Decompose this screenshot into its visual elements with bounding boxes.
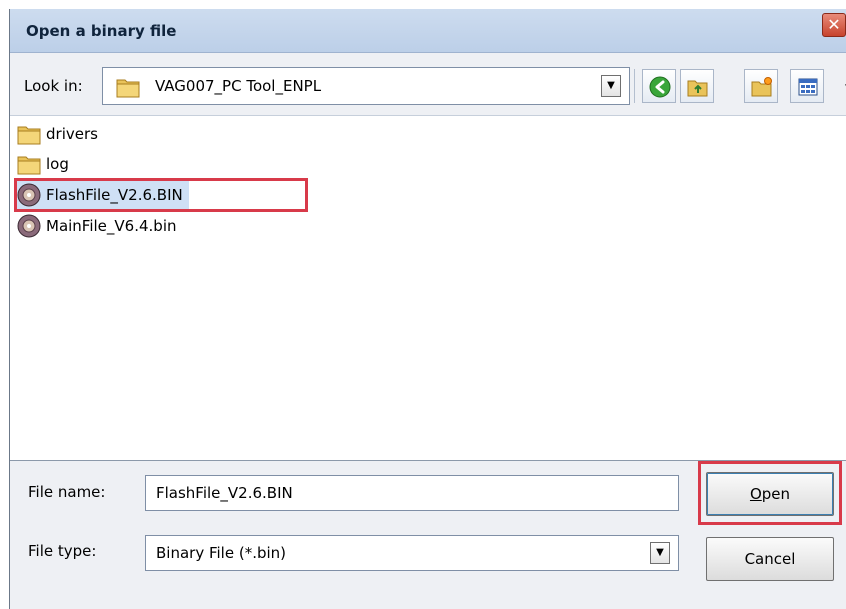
list-item-drivers[interactable]: drivers (16, 120, 98, 148)
file-name: MainFile_V6.4.bin (46, 217, 177, 235)
new-folder-icon (751, 77, 772, 97)
open-accelerator: O (749, 485, 762, 503)
file-type-dropdown-arrow[interactable]: ▼ (650, 542, 670, 564)
look-in-value: VAG007_PC Tool_ENPL (155, 77, 322, 95)
up-folder-icon (687, 80, 708, 97)
list-item-mainfile[interactable]: MainFile_V6.4.bin (16, 212, 177, 240)
chevron-down-icon: ▼ (607, 80, 615, 91)
file-name-input[interactable]: FlashFile_V2.6.BIN (145, 475, 679, 511)
cancel-button[interactable]: Cancel (706, 537, 834, 581)
file-type-label: File type: (28, 542, 97, 560)
look-in-row: Look in: VAG007_PC Tool_ENPL ▼ (10, 53, 846, 115)
folder-icon (17, 156, 41, 175)
back-arrow-icon (649, 76, 671, 98)
folder-icon (115, 75, 141, 103)
look-in-combobox[interactable]: VAG007_PC Tool_ENPL ▼ (102, 67, 630, 105)
file-name-label: File name: (28, 483, 106, 501)
file-type-select[interactable]: Binary File (*.bin) ▼ (145, 535, 679, 571)
back-button[interactable] (642, 69, 676, 103)
view-menu-icon (798, 78, 818, 96)
binary-file-icon (17, 214, 41, 238)
list-item-flashfile[interactable]: FlashFile_V2.6.BIN (16, 181, 189, 209)
open-label: pen (761, 485, 791, 503)
up-folder-button[interactable] (680, 69, 714, 103)
close-icon: ✕ (827, 15, 841, 34)
file-list[interactable]: drivers log FlashFile_V2.6.BIN MainFile_… (10, 115, 846, 461)
file-name: drivers (46, 125, 98, 143)
view-menu-button[interactable] (790, 69, 824, 103)
chevron-down-icon: ▼ (656, 547, 664, 558)
new-folder-button[interactable] (744, 69, 778, 103)
folder-icon (17, 126, 41, 145)
open-button[interactable]: Open (706, 472, 834, 516)
list-item-log[interactable]: log (16, 150, 69, 178)
dialog-title: Open a binary file (26, 22, 177, 40)
binary-file-icon (17, 183, 41, 207)
look-in-label: Look in: (24, 77, 83, 95)
open-binary-file-dialog: Open a binary file ✕ Look in: VAG007_PC … (9, 9, 846, 609)
look-in-dropdown-arrow[interactable]: ▼ (601, 75, 621, 97)
title-bar[interactable]: Open a binary file ✕ (10, 9, 846, 53)
close-button[interactable]: ✕ (822, 13, 846, 37)
file-name: log (46, 155, 69, 173)
toolbar-separator (634, 69, 635, 103)
file-type-value: Binary File (*.bin) (156, 544, 287, 562)
file-name: FlashFile_V2.6.BIN (46, 186, 183, 204)
